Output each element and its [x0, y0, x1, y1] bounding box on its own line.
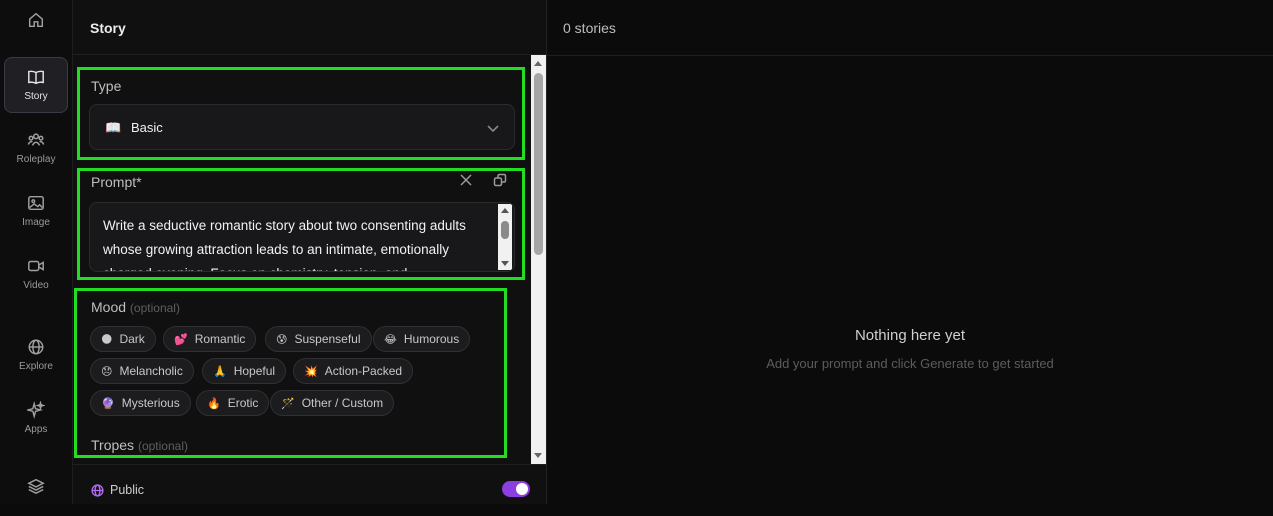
mood-chip-mysterious[interactable]: 🔮 Mysterious [90, 390, 191, 416]
panel-scrollbar[interactable] [531, 55, 546, 464]
tropes-label-text: Tropes [91, 437, 135, 453]
panel-footer: Public [73, 464, 546, 504]
chip-label: Hopeful [233, 364, 276, 378]
mood-chip-humorous[interactable]: 😂 Humorous [373, 326, 471, 352]
nav-roleplay-label: Roleplay [16, 154, 56, 165]
heart-icon: 💕 [174, 333, 188, 346]
people-icon [27, 133, 45, 146]
panel-scroll-thumb[interactable] [534, 73, 543, 255]
crystal-ball-icon: 🔮 [101, 397, 115, 410]
panel-title: Story [90, 20, 126, 36]
nav-apps[interactable]: Apps [4, 390, 68, 446]
explosion-icon: 💥 [304, 365, 318, 378]
nav-explore-label: Explore [19, 361, 53, 372]
visibility-label: Public [110, 483, 145, 497]
sparkles-icon [27, 401, 45, 419]
empty-state-title: Nothing here yet [854, 327, 966, 344]
tropes-label: Tropes (optional) [91, 437, 188, 453]
nav-image[interactable]: Image [4, 183, 68, 239]
nav-video[interactable]: Video [4, 246, 68, 302]
scroll-up-arrow-icon[interactable] [501, 208, 509, 213]
prompt-scrollbar[interactable] [498, 204, 512, 270]
nav-video-label: Video [23, 280, 49, 291]
book-icon [28, 70, 44, 85]
type-select-value: Basic [131, 120, 163, 135]
nav-apps-label: Apps [24, 424, 48, 435]
chip-label: Other / Custom [301, 396, 384, 410]
mood-chip-other-custom[interactable]: 🪄 Other / Custom [270, 390, 395, 416]
globe-icon [91, 484, 104, 497]
layers-icon [27, 478, 45, 494]
prompt-label: Prompt* [91, 174, 142, 190]
left-nav: Story Roleplay Image Video Explore Apps [0, 0, 73, 504]
results-header: 0 stories [547, 0, 1273, 56]
type-label: Type [91, 78, 122, 94]
sad-face-icon: 😞 [101, 365, 113, 378]
chip-label: Dark [119, 332, 145, 346]
type-select[interactable]: 📖 Basic [89, 104, 515, 150]
praying-icon: 🙏 [213, 365, 227, 378]
chip-label: Erotic [227, 396, 259, 410]
copy-icon[interactable] [493, 173, 507, 187]
results-area: 0 stories Nothing here yet Add your prom… [547, 0, 1273, 504]
anxious-face-icon: 😰 [276, 333, 288, 346]
chip-label: Melancholic [119, 364, 183, 378]
mood-label: Mood (optional) [91, 299, 180, 315]
nav-layers[interactable] [4, 460, 68, 516]
fire-icon: 🔥 [207, 397, 221, 410]
home-icon [28, 12, 44, 27]
mood-chip-action-packed[interactable]: 💥 Action-Packed [293, 358, 414, 384]
globe-icon [28, 339, 44, 355]
prompt-scroll-thumb[interactable] [501, 221, 509, 239]
mood-chip-romantic[interactable]: 💕 Romantic [163, 326, 257, 352]
mood-chip-melancholic[interactable]: 😞 Melancholic [90, 358, 194, 384]
scroll-down-arrow-icon[interactable] [501, 261, 509, 266]
chip-label: Mysterious [121, 396, 180, 410]
toggle-knob [516, 483, 528, 495]
mood-optional: (optional) [129, 301, 180, 315]
mood-chip-suspenseful[interactable]: 😰 Suspenseful [265, 326, 372, 352]
prompt-text: Write a seductive romantic story about t… [103, 218, 466, 271]
empty-state-subtitle: Add your prompt and click Generate to ge… [766, 356, 1054, 371]
laughing-face-icon: 😂 [384, 333, 397, 346]
chip-label: Humorous [403, 332, 460, 346]
public-toggle[interactable] [502, 481, 530, 497]
nav-roleplay[interactable]: Roleplay [4, 120, 68, 176]
nav-image-label: Image [22, 217, 50, 228]
prompt-textarea[interactable]: Write a seductive romantic story about t… [89, 202, 515, 272]
chevron-down-icon [487, 125, 499, 133]
tropes-optional: (optional) [137, 439, 188, 453]
mood-chip-erotic[interactable]: 🔥 Erotic [196, 390, 270, 416]
dark-icon: 🌑 [101, 333, 113, 346]
nav-explore[interactable]: Explore [4, 327, 68, 383]
chip-label: Romantic [194, 332, 246, 346]
magic-wand-icon: 🪄 [281, 397, 295, 410]
chip-label: Action-Packed [324, 364, 403, 378]
image-icon [28, 195, 44, 211]
book-emoji-icon: 📖 [105, 120, 122, 135]
nav-home[interactable] [4, 0, 68, 50]
nav-story-label: Story [24, 91, 48, 102]
mood-label-text: Mood [91, 299, 127, 315]
scroll-up-arrow-icon[interactable] [534, 61, 542, 66]
mood-chip-dark[interactable]: 🌑 Dark [90, 326, 156, 352]
story-panel: Story Type 📖 Basic Prompt* Write a seduc… [73, 0, 547, 504]
mood-chip-hopeful[interactable]: 🙏 Hopeful [202, 358, 287, 384]
clear-icon[interactable] [459, 173, 473, 187]
video-icon [28, 260, 44, 272]
scroll-down-arrow-icon[interactable] [534, 453, 542, 458]
panel-header: Story [73, 0, 546, 55]
story-count: 0 stories [563, 20, 616, 36]
nav-story[interactable]: Story [4, 57, 68, 113]
chip-label: Suspenseful [294, 332, 361, 346]
